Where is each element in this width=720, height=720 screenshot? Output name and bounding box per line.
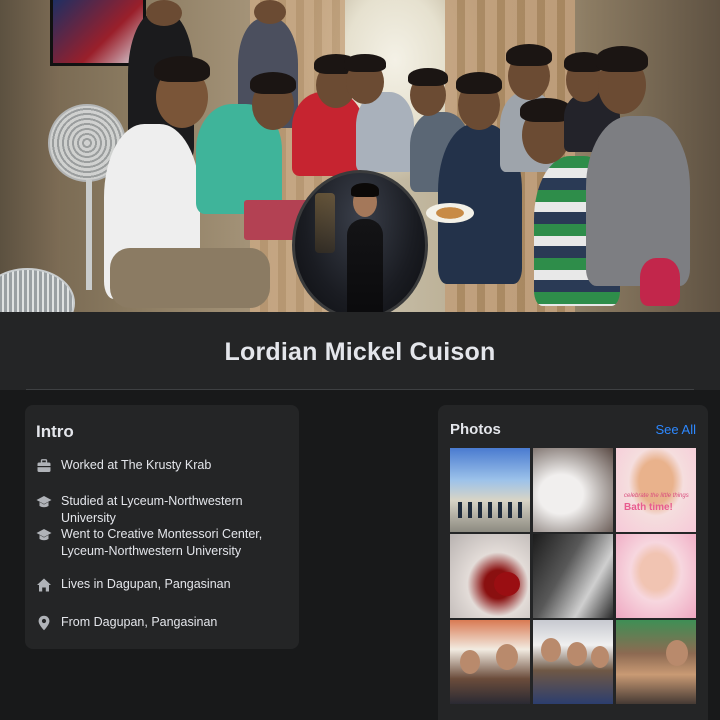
intro-item-work: Worked at The Krusty Krab — [36, 457, 291, 474]
photo-caption: Bath time! — [624, 502, 673, 513]
intro-item-study: Studied at Lyceum-Northwestern Universit… — [36, 493, 291, 527]
photo-thumbnail[interactable]: celebrate the little things Bath time! — [616, 448, 696, 532]
home-icon — [37, 578, 51, 592]
electric-fan-foreground — [0, 268, 75, 312]
photo-thumbnail[interactable] — [533, 620, 613, 704]
person-head — [146, 0, 182, 26]
person-head — [666, 640, 688, 666]
person-head — [591, 646, 609, 668]
photos-card: Photos See All celebrate the little thin… — [438, 405, 708, 720]
photo-thumbnail[interactable] — [450, 620, 530, 704]
person-silhouette — [518, 502, 522, 518]
see-all-photos-link[interactable]: See All — [656, 422, 696, 437]
intro-item-lives: Lives in Dagupan, Pangasinan — [36, 576, 291, 593]
person — [356, 92, 414, 172]
person-head — [567, 642, 587, 666]
person-silhouette — [488, 502, 492, 518]
photo-thumbnail[interactable] — [450, 534, 530, 618]
intro-from-text[interactable]: From Dagupan, Pangasinan — [61, 614, 217, 631]
profile-name[interactable]: Lordian Mickel Cuison — [0, 338, 720, 367]
header-divider — [26, 389, 694, 390]
intro-school-text[interactable]: Went to Creative Montessori Center, Lyce… — [61, 526, 291, 560]
graduation-cap-icon — [36, 496, 52, 508]
graduation-cap-icon — [36, 529, 52, 541]
person-silhouette — [478, 502, 482, 518]
person-hair — [154, 56, 210, 82]
person-head — [496, 644, 518, 670]
backpack — [640, 258, 680, 306]
intro-lives-text[interactable]: Lives in Dagupan, Pangasinan — [61, 576, 231, 593]
photo-thumbnail[interactable] — [450, 448, 530, 532]
photo-thumbnail[interactable] — [616, 620, 696, 704]
person-silhouette — [498, 502, 502, 518]
person-silhouette — [508, 502, 512, 518]
fan-pole — [86, 180, 92, 290]
photo-thumbnail[interactable] — [616, 534, 696, 618]
person-head — [254, 0, 286, 24]
photo-thumbnail[interactable] — [533, 534, 613, 618]
intro-item-from: From Dagupan, Pangasinan — [36, 614, 291, 631]
person-hair — [351, 183, 379, 197]
person-body — [347, 219, 383, 317]
intro-card: Intro Worked at The Krusty Krab Studied … — [25, 405, 299, 649]
person-hair — [456, 72, 502, 94]
briefcase-icon — [37, 459, 51, 472]
photo-thumbnail[interactable] — [533, 448, 613, 532]
person-head — [460, 650, 480, 674]
profile-picture[interactable] — [292, 170, 428, 320]
food-plate — [426, 203, 474, 223]
intro-item-school: Went to Creative Montessori Center, Lyce… — [36, 526, 291, 560]
rose — [494, 572, 520, 596]
person-silhouette — [458, 502, 462, 518]
person-hair — [408, 68, 448, 86]
location-pin-icon — [38, 615, 50, 631]
photos-title: Photos — [450, 421, 501, 438]
person — [586, 116, 690, 286]
person-hair — [506, 44, 552, 66]
intro-work-text[interactable]: Worked at The Krusty Krab — [61, 457, 211, 474]
person-legs — [110, 248, 270, 308]
intro-study-text[interactable]: Studied at Lyceum-Northwestern Universit… — [61, 493, 291, 527]
intro-title: Intro — [36, 422, 74, 441]
person-hair — [250, 72, 296, 94]
person-silhouette — [468, 502, 472, 518]
photo-caption-small: celebrate the little things — [624, 493, 689, 499]
person-head — [541, 638, 561, 662]
person-hair — [344, 54, 386, 72]
person-hair — [596, 46, 648, 72]
background-light — [315, 193, 335, 253]
